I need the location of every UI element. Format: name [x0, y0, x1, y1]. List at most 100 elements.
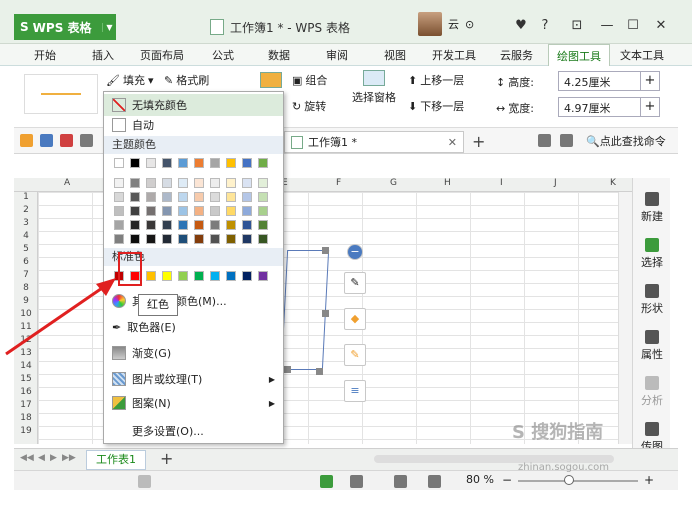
tab-review[interactable]: 审阅 — [326, 47, 348, 63]
theme-shade-swatch[interactable] — [162, 206, 172, 216]
theme-shade-swatch[interactable] — [178, 220, 188, 230]
theme-shade-swatch[interactable] — [242, 192, 252, 202]
restore-layout-icon[interactable]: ⊡ — [566, 14, 588, 38]
tab-text-tools[interactable]: 文本工具 — [620, 47, 664, 63]
minimize-button[interactable]: — — [596, 14, 618, 38]
theme-shade-swatch[interactable] — [226, 178, 236, 188]
more-settings-item[interactable]: 更多设置(O)... — [104, 420, 283, 442]
layers-icon[interactable]: ≡ — [344, 380, 366, 402]
tab-developer[interactable]: 开发工具 — [432, 47, 476, 63]
theme-shade-swatch[interactable] — [146, 220, 156, 230]
row-header[interactable]: 14 — [14, 361, 38, 371]
cloud-status-icon[interactable]: ⊙ — [465, 18, 474, 31]
row-header[interactable]: 16 — [14, 387, 38, 397]
theme-color-swatch[interactable] — [114, 158, 124, 168]
command-search[interactable]: 🔍点此查找命令 — [586, 133, 666, 149]
panel-select[interactable]: 选择 — [633, 238, 671, 270]
row-header[interactable]: 4 — [14, 231, 38, 241]
tab-drawing-tools[interactable]: 绘图工具 — [548, 44, 610, 66]
panel-analyze[interactable]: 分析 — [633, 376, 671, 408]
standard-color-swatch[interactable] — [226, 271, 236, 281]
column-header[interactable]: I — [500, 178, 503, 188]
theme-shade-swatch[interactable] — [114, 178, 124, 188]
theme-shade-swatch[interactable] — [194, 192, 204, 202]
tab-formula[interactable]: 公式 — [212, 47, 234, 63]
app-dropdown-icon[interactable]: ▼ — [102, 22, 116, 32]
panel-properties[interactable]: 属性 — [633, 330, 671, 362]
select-pane-button[interactable]: 选择窗格 — [352, 70, 396, 105]
vertical-scrollbar[interactable] — [618, 192, 632, 444]
theme-shade-swatch[interactable] — [194, 220, 204, 230]
theme-color-swatch[interactable] — [242, 158, 252, 168]
sheet-tab[interactable]: 工作表1 — [86, 450, 146, 470]
row-header[interactable]: 17 — [14, 400, 38, 410]
collapse-icon[interactable]: − — [347, 244, 363, 260]
normal-view-icon[interactable] — [320, 475, 333, 488]
theme-shade-swatch[interactable] — [162, 178, 172, 188]
no-fill-item[interactable]: 无填充颜色 — [104, 94, 283, 116]
resize-handle[interactable] — [316, 368, 323, 375]
row-header[interactable]: 3 — [14, 218, 38, 228]
theme-shade-swatch[interactable] — [146, 192, 156, 202]
theme-color-swatch[interactable] — [194, 158, 204, 168]
standard-color-swatch[interactable] — [258, 271, 268, 281]
export-pdf-icon[interactable] — [60, 134, 73, 147]
sheet-nav-last[interactable]: ▶▶ — [62, 453, 76, 463]
theme-shade-swatch[interactable] — [178, 206, 188, 216]
theme-shade-swatch[interactable] — [210, 192, 220, 202]
app-menu-button[interactable]: S WPS 表格 ▼ — [14, 14, 116, 40]
theme-shade-swatch[interactable] — [146, 206, 156, 216]
width-input[interactable]: 4.97厘米 — [558, 97, 642, 117]
theme-color-swatch[interactable] — [258, 158, 268, 168]
height-increment-button[interactable]: + — [640, 71, 660, 91]
zoom-slider-thumb[interactable] — [564, 475, 574, 485]
column-header[interactable]: F — [336, 178, 341, 188]
standard-color-swatch[interactable] — [194, 271, 204, 281]
theme-shade-swatch[interactable] — [242, 206, 252, 216]
width-increment-button[interactable]: + — [640, 97, 660, 117]
resize-handle[interactable] — [322, 247, 329, 254]
tab-data[interactable]: 数据 — [268, 47, 290, 63]
shape-effect-button[interactable] — [260, 72, 282, 88]
theme-shade-swatch[interactable] — [114, 206, 124, 216]
picture-texture-item[interactable]: 图片或纹理(T) ▶ — [104, 368, 283, 390]
theme-shade-swatch[interactable] — [226, 234, 236, 244]
theme-shade-swatch[interactable] — [162, 220, 172, 230]
column-header[interactable]: H — [444, 178, 451, 188]
flag-icon[interactable] — [560, 134, 573, 147]
theme-shade-swatch[interactable] — [130, 206, 140, 216]
theme-color-swatch[interactable] — [210, 158, 220, 168]
avatar[interactable] — [418, 12, 442, 36]
theme-shade-swatch[interactable] — [258, 234, 268, 244]
tab-home[interactable]: 开始 — [34, 47, 56, 63]
maximize-button[interactable]: ☐ — [622, 14, 644, 38]
theme-shade-swatch[interactable] — [114, 192, 124, 202]
theme-shade-swatch[interactable] — [146, 178, 156, 188]
close-button[interactable]: ✕ — [650, 14, 672, 38]
fill-button[interactable]: 🖌 填充 ▾ — [106, 72, 154, 88]
edit-shape-icon[interactable]: ✎ — [344, 272, 366, 294]
theme-shade-swatch[interactable] — [194, 234, 204, 244]
eye-protection-icon[interactable] — [350, 475, 363, 488]
save-icon[interactable] — [40, 134, 53, 147]
user-area[interactable]: 云 ⊙ — [418, 12, 474, 36]
theme-color-swatch[interactable] — [162, 158, 172, 168]
theme-color-swatch[interactable] — [226, 158, 236, 168]
sheet-nav-prev[interactable]: ◀ — [38, 453, 45, 463]
chevron-down-icon[interactable]: ▾ — [148, 74, 154, 87]
bring-forward-button[interactable]: ⬆ 上移一层 — [408, 72, 464, 88]
open-icon[interactable] — [20, 134, 33, 147]
standard-color-swatch[interactable] — [146, 271, 156, 281]
theme-shade-swatch[interactable] — [130, 192, 140, 202]
resize-handle[interactable] — [322, 310, 329, 317]
theme-shade-swatch[interactable] — [210, 178, 220, 188]
theme-shade-swatch[interactable] — [130, 178, 140, 188]
theme-shade-swatch[interactable] — [114, 220, 124, 230]
page-layout-icon[interactable] — [394, 475, 407, 488]
close-tab-icon[interactable]: ✕ — [448, 136, 457, 149]
skin-icon[interactable]: ♥ — [510, 14, 532, 38]
theme-shade-swatch[interactable] — [194, 178, 204, 188]
theme-shade-swatch[interactable] — [210, 206, 220, 216]
format-brush-button[interactable]: ✎ 格式刷 — [164, 72, 209, 88]
tab-page-layout[interactable]: 页面布局 — [140, 47, 184, 63]
